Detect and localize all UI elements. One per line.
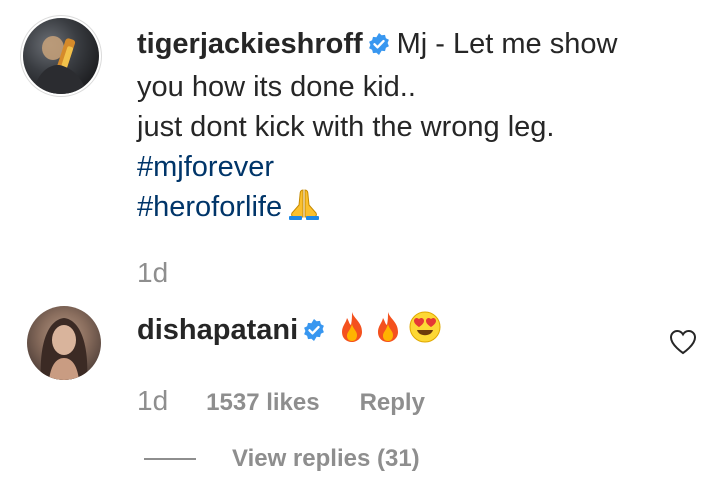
avatar[interactable] bbox=[27, 306, 101, 380]
hashtag-link[interactable]: #heroforlife bbox=[137, 191, 282, 223]
avatar[interactable] bbox=[23, 18, 99, 94]
comment-body: tigerjackieshroff Mj - Let me show you ho… bbox=[137, 24, 697, 232]
comment-username[interactable]: tigerjackieshroff bbox=[137, 28, 363, 60]
comment-meta: 1d 1537 likes Reply bbox=[137, 385, 425, 417]
comment-timestamp[interactable]: 1d bbox=[137, 257, 168, 288]
view-replies-label: View replies (31) bbox=[232, 445, 420, 472]
reply-button[interactable]: Reply bbox=[360, 389, 425, 417]
like-heart-icon[interactable] bbox=[669, 329, 697, 355]
view-replies-button[interactable]: View replies (31) bbox=[144, 445, 420, 473]
profile-photo-icon bbox=[40, 318, 88, 380]
comment-likes[interactable]: 1537 likes bbox=[206, 389, 319, 417]
comment-body: dishapatani bbox=[137, 310, 657, 355]
comment-meta: 1d bbox=[137, 257, 168, 289]
verified-badge-icon bbox=[302, 313, 326, 353]
comment-line: you how its done kid.. bbox=[137, 71, 416, 103]
divider bbox=[144, 458, 196, 460]
comment-line: Mj - Let me show bbox=[396, 28, 618, 60]
fire-icon bbox=[372, 310, 404, 355]
comment-timestamp[interactable]: 1d bbox=[137, 385, 168, 417]
profile-photo-icon bbox=[33, 36, 87, 94]
comment-line: just dont kick with the wrong leg. bbox=[137, 111, 555, 143]
comments-panel: tigerjackieshroff Mj - Let me show you ho… bbox=[0, 0, 720, 487]
comment-username[interactable]: dishapatani bbox=[137, 314, 298, 346]
fire-icon bbox=[336, 310, 368, 355]
heart-eyes-icon bbox=[408, 310, 442, 355]
verified-badge-icon bbox=[367, 27, 391, 67]
hashtag-link[interactable]: #mjforever bbox=[137, 151, 274, 183]
folded-hands-icon bbox=[286, 187, 322, 232]
